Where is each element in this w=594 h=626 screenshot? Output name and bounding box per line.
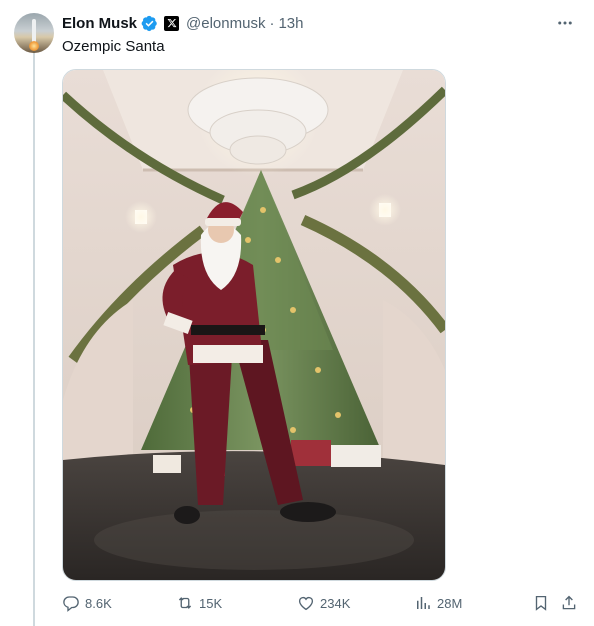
repost-button[interactable]: 15K [176, 592, 222, 614]
repost-count: 15K [199, 595, 223, 611]
santa-photo-illustration [63, 70, 445, 580]
author-name[interactable]: Elon Musk [62, 15, 137, 32]
timestamp[interactable]: 13h [278, 15, 303, 32]
share-button[interactable] [560, 592, 578, 614]
separator-dot: · [269, 14, 275, 32]
thread-line [33, 52, 35, 626]
views-button[interactable]: 28M [414, 592, 462, 614]
avatar[interactable] [14, 13, 54, 53]
avatar-flame [29, 41, 39, 51]
like-icon [298, 596, 314, 611]
bookmark-icon [535, 595, 547, 611]
like-count: 234K [320, 595, 351, 611]
tweet-photo[interactable] [62, 69, 446, 581]
verified-badge-icon[interactable] [141, 15, 158, 32]
reply-button[interactable]: 8.6K [62, 592, 112, 614]
action-bar: 8.6K 15K 234K 28M [62, 592, 582, 614]
author-handle[interactable]: @elonmusk [186, 15, 265, 32]
more-icon[interactable] [554, 12, 576, 34]
avatar-rocket [32, 19, 36, 43]
repost-icon [178, 597, 192, 609]
reply-count: 8.6K [85, 595, 112, 611]
views-icon [417, 597, 430, 609]
tweet[interactable]: Elon Musk @elonmusk · 13h Ozempic Santa [0, 0, 594, 626]
views-count: 28M [437, 595, 463, 611]
tweet-header: Elon Musk @elonmusk · 13h [62, 13, 303, 33]
tweet-text: Ozempic Santa [62, 38, 165, 55]
reply-icon [63, 596, 79, 612]
share-icon [562, 595, 576, 610]
bookmark-button[interactable] [532, 592, 550, 614]
x-logo-icon [164, 15, 180, 31]
like-button[interactable]: 234K [297, 592, 350, 614]
